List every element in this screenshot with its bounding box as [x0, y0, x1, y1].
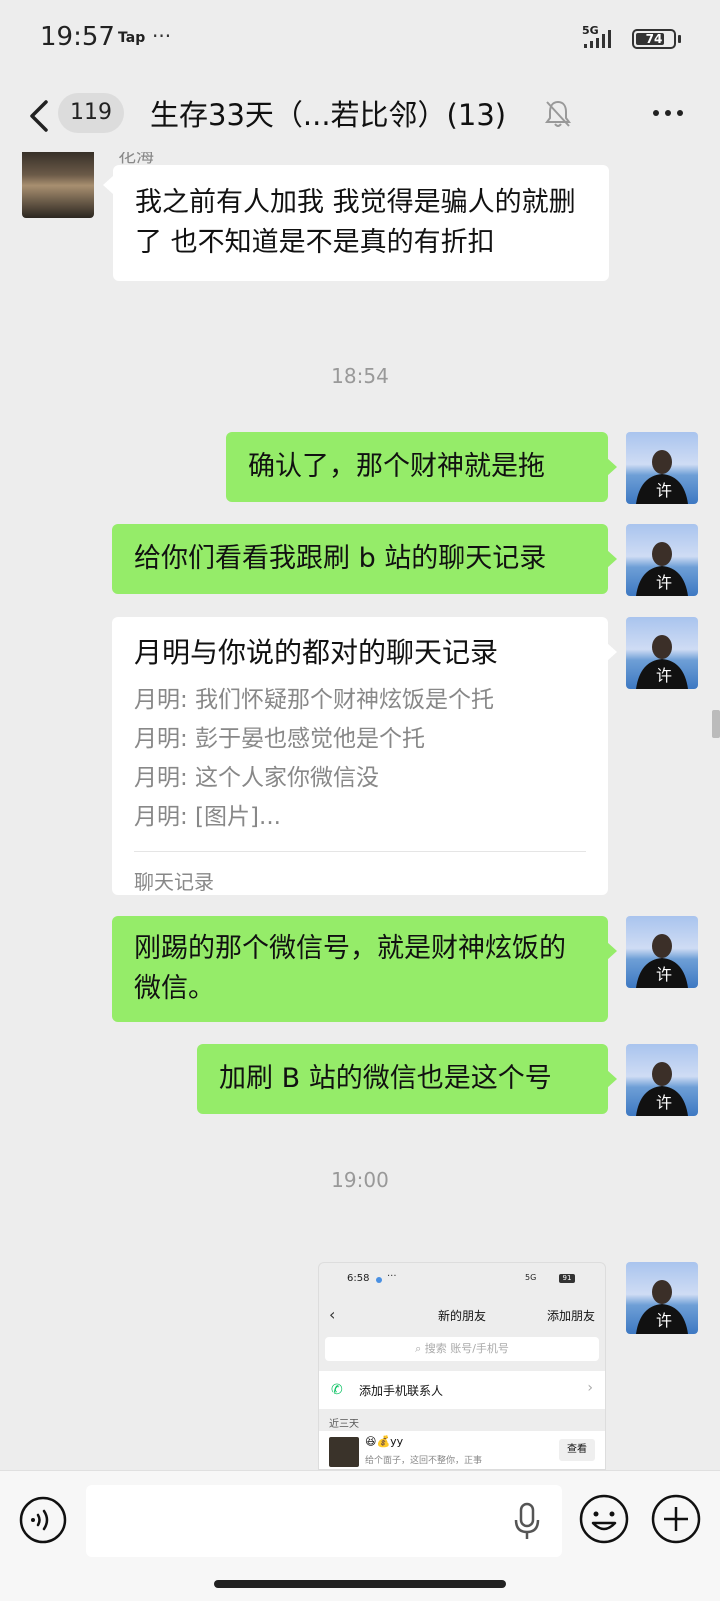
microphone-icon[interactable]: [512, 1501, 542, 1541]
status-bar: 19:57 Tap ··· 5G 74: [0, 0, 720, 80]
home-indicator[interactable]: [214, 1580, 506, 1588]
screenshot-friend-avatar: [329, 1437, 359, 1467]
unread-count-badge[interactable]: 119: [58, 93, 124, 133]
screenshot-time: 6:58: [347, 1273, 370, 1284]
outgoing-message-bubble[interactable]: 给你们看看我跟刷 b 站的聊天记录: [112, 524, 608, 594]
message-input[interactable]: [86, 1485, 562, 1557]
svg-text:许: 许: [656, 1311, 672, 1330]
outgoing-message-bubble[interactable]: 刚踢的那个微信号，就是财神炫饭的微信。: [112, 916, 608, 1022]
chat-record-line: 月明: 我们怀疑那个财神炫饭是个托: [134, 687, 495, 713]
self-avatar[interactable]: 许: [626, 1262, 698, 1334]
screenshot-view-button: 查看: [559, 1439, 595, 1461]
chat-record-line: 月明: [图片]...: [134, 804, 281, 830]
screenshot-friend-name: 😆💰yy: [365, 1435, 404, 1448]
screenshot-friend-message: 给个面子，这回不整你，正事: [365, 1456, 483, 1466]
tap-notification-icon: Tap: [118, 30, 146, 46]
self-avatar[interactable]: 许: [626, 432, 698, 504]
screenshot-search-icon: ⌕: [415, 1342, 425, 1355]
svg-text:许: 许: [656, 573, 672, 592]
back-arrow-icon[interactable]: [26, 96, 56, 136]
svg-text:许: 许: [656, 481, 672, 500]
signal-icon: [584, 30, 611, 48]
bubble-tail: [607, 643, 617, 661]
voice-input-icon[interactable]: [18, 1495, 68, 1545]
bubble-tail: [607, 458, 617, 476]
emoji-icon[interactable]: [578, 1493, 630, 1545]
screenshot-add-contacts-label: 添加手机联系人: [359, 1384, 444, 1398]
battery-level: 74: [645, 32, 663, 46]
self-avatar[interactable]: 许: [626, 916, 698, 988]
outgoing-message-bubble[interactable]: 加刷 B 站的微信也是这个号: [197, 1044, 608, 1114]
more-options-icon[interactable]: [648, 96, 688, 130]
screenshot-section-label: 近三天: [329, 1419, 359, 1430]
phone-icon: ✆: [331, 1382, 343, 1398]
svg-text:许: 许: [656, 1093, 672, 1112]
chat-record-title: 月明与你说的都对的聊天记录: [134, 636, 499, 669]
chevron-right-icon: ›: [587, 1380, 593, 1396]
self-avatar[interactable]: 许: [626, 524, 698, 596]
chat-record-line: 月明: 彭于晏也感觉他是个托: [134, 726, 426, 752]
chat-header: 119 生存33天（...若比邻）(13): [0, 80, 720, 152]
screenshot-notification-dot: [376, 1277, 382, 1283]
screenshot-dots: ···: [387, 1271, 397, 1282]
incoming-message-bubble[interactable]: 我之前有人加我 我觉得是骗人的就删了 也不知道是不是真的有折扣: [113, 165, 609, 281]
chat-message-list[interactable]: 花海 我之前有人加我 我觉得是骗人的就删了 也不知道是不是真的有折扣 18:54…: [0, 152, 720, 1470]
screenshot-search-text: 搜索 账号/手机号: [424, 1342, 509, 1355]
self-avatar[interactable]: 许: [626, 1044, 698, 1116]
battery-tip: [678, 35, 681, 43]
more-notifications-icon: ···: [152, 24, 172, 48]
bubble-tail: [607, 550, 617, 568]
svg-text:许: 许: [656, 666, 672, 685]
divider: [134, 851, 586, 852]
message-timestamp: 18:54: [331, 364, 389, 388]
battery-icon: 74: [632, 29, 676, 49]
self-avatar[interactable]: 许: [626, 617, 698, 689]
bubble-tail: [607, 942, 617, 960]
chat-record-card[interactable]: 月明与你说的都对的聊天记录 月明: 我们怀疑那个财神炫饭是个托 月明: 彭于晏也…: [112, 617, 608, 895]
chat-title: 生存33天（...若比邻）(13): [150, 98, 507, 132]
svg-text:许: 许: [656, 965, 672, 984]
screenshot-network: 5G: [525, 1273, 537, 1282]
outgoing-message-bubble[interactable]: 确认了，那个财神就是拖: [226, 432, 608, 502]
chat-record-footer: 聊天记录: [134, 870, 214, 894]
plus-icon[interactable]: [650, 1493, 702, 1545]
bubble-tail: [607, 1070, 617, 1088]
sender-avatar[interactable]: [22, 152, 94, 218]
chat-record-line: 月明: 这个人家你微信没: [134, 765, 380, 791]
mute-bell-icon: [545, 100, 571, 127]
bubble-tail: [103, 176, 113, 194]
scrollbar-thumb[interactable]: [712, 710, 720, 738]
status-time: 19:57: [40, 22, 115, 52]
message-timestamp: 19:00: [331, 1168, 389, 1192]
screenshot-add-friend: 添加朋友: [546, 1309, 595, 1323]
screenshot-add-contacts-row: ✆ 添加手机联系人 ›: [319, 1371, 605, 1409]
image-message[interactable]: 6:58 ··· 5G 91 ‹ 新的朋友 添加朋友 ⌕ 搜索 账号/手机号 ✆…: [318, 1262, 606, 1470]
screenshot-friend-row: 😆💰yy 给个面子，这回不整你，正事 查看: [319, 1431, 605, 1469]
screenshot-search: ⌕ 搜索 账号/手机号: [325, 1337, 599, 1361]
screenshot-battery: 91: [559, 1274, 575, 1283]
